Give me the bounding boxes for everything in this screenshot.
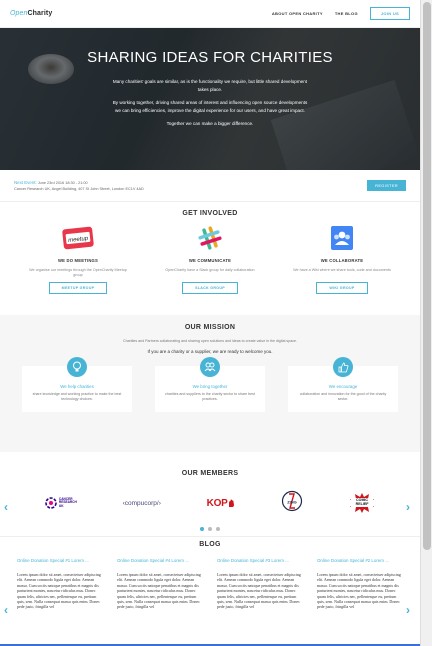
- slack-icon: [196, 223, 224, 253]
- members-prev-arrow[interactable]: ‹: [4, 500, 8, 514]
- carousel-dot[interactable]: [208, 527, 212, 531]
- members-next-arrow[interactable]: ›: [406, 500, 410, 514]
- hero-paragraph-3: Together we can make a bigger difference…: [166, 121, 254, 126]
- blog-post-body: Lorem ipsum dolor sit amet, consectetuer…: [17, 572, 101, 610]
- next-event-label: Next Event:: [14, 179, 37, 185]
- wiki-icon: [329, 223, 355, 253]
- hero-title: SHARING IDEAS FOR CHARITIES: [87, 49, 333, 66]
- blog-next-arrow[interactable]: ›: [406, 603, 410, 617]
- register-button[interactable]: REGISTER: [367, 180, 406, 191]
- blog-post-title[interactable]: Online Donation Special #1 Lorem ...: [17, 558, 103, 563]
- blog-section: BLOG ‹ › Online Donation Special #1 Lore…: [0, 536, 420, 646]
- our-mission-section: OUR MISSION Charities and Partners colla…: [0, 315, 420, 452]
- svg-text:ZING: ZING: [287, 499, 297, 504]
- slack-group-button[interactable]: SLACK GROUP: [182, 282, 238, 294]
- involved-meetings: meetup WE DO MEETINGS We organise our me…: [23, 223, 133, 294]
- blog-post-title[interactable]: Online Donation Special #3 Lorem ...: [217, 558, 303, 563]
- mission-card-together: We bring together charities and supplier…: [155, 357, 265, 412]
- our-mission-title: OUR MISSION: [184, 324, 236, 331]
- member-logo-comic-relief[interactable]: COMIC RELIEF: [349, 492, 375, 514]
- hero-banner: SHARING IDEAS FOR CHARITIES Many chariti…: [0, 28, 420, 170]
- lightbulb-icon: [67, 357, 87, 377]
- blog-prev-arrow[interactable]: ‹: [4, 603, 8, 617]
- involved-communicate: WE COMMUNICATE OpenCharity have a Slack …: [155, 223, 265, 294]
- vertical-scrollbar[interactable]: [420, 0, 432, 646]
- next-event-location: Cancer Research UK, Angel Building, 407 …: [14, 186, 144, 191]
- member-logo-zing[interactable]: ZING: [281, 490, 303, 517]
- get-involved-section: GET INVOLVED meetup WE DO MEETINGS We or…: [0, 202, 420, 315]
- thumbs-up-icon: [333, 357, 353, 377]
- carousel-dot[interactable]: [216, 527, 220, 531]
- our-members-section: OUR MEMBERS ‹ › CANCER RESEARCH UK ‹comp…: [0, 452, 420, 536]
- blog-post-body: Lorem ipsum dolor sit amet, consectetuer…: [317, 572, 401, 610]
- our-members-title: OUR MEMBERS: [181, 470, 239, 477]
- mission-card-help: We help charities share knowledge and wo…: [22, 357, 132, 412]
- next-event-date: June 23rd 2016 18:30 - 21:00: [37, 180, 88, 185]
- blog-post-body: Lorem ipsum dolor sit amet, consectetuer…: [217, 572, 301, 610]
- blog-post[interactable]: Online Donation Special #2 Lorem ... Lor…: [317, 558, 403, 610]
- blog-post-title[interactable]: Online Donation Special #2 Lorem ...: [317, 558, 403, 563]
- main-nav: ABOUT OPEN CHARITY THE BLOG JOIN US: [272, 7, 410, 20]
- nav-about-link[interactable]: ABOUT OPEN CHARITY: [272, 11, 323, 16]
- wiki-group-button[interactable]: WIKI GROUP: [316, 282, 368, 294]
- mission-intro: Charities and Partners collaborating and…: [122, 339, 297, 343]
- hero-paragraph-1: Many charities' goals are similar, as is…: [112, 79, 308, 92]
- members-carousel-dots: [0, 527, 420, 531]
- mission-ask: If you are a charity or a supplier, we a…: [147, 349, 273, 354]
- logo[interactable]: OpenCharity: [10, 10, 52, 17]
- nav-blog-link[interactable]: THE BLOG: [335, 11, 358, 16]
- carousel-dot[interactable]: [200, 527, 204, 531]
- scrollbar-thumb[interactable]: [423, 2, 431, 550]
- blog-post-title[interactable]: Online Donation Special #4 Lorem ...: [117, 558, 203, 563]
- people-icon: [200, 357, 220, 377]
- member-logo-kop[interactable]: KOP: [207, 498, 236, 509]
- page: OpenCharity ABOUT OPEN CHARITY THE BLOG …: [0, 0, 420, 646]
- blog-post[interactable]: Online Donation Special #3 Lorem ... Lor…: [217, 558, 303, 610]
- blog-post-body: Lorem ipsum dolor sit amet, consectetuer…: [117, 572, 201, 610]
- join-us-button[interactable]: JOIN US: [369, 7, 410, 20]
- involved-collaborate: WE COLLABORATE We have a Wiki where we s…: [287, 223, 397, 294]
- meetup-group-button[interactable]: MEETUP GROUP: [48, 282, 108, 294]
- mission-card-encourage: We encourage collaboration and innovatio…: [288, 357, 398, 412]
- blog-title: BLOG: [199, 541, 221, 548]
- blog-post[interactable]: Online Donation Special #1 Lorem ... Lor…: [17, 558, 103, 610]
- member-logo-cancer-research[interactable]: CANCER RESEARCH UK: [45, 497, 77, 509]
- next-event-bar: Next Event: June 23rd 2016 18:30 - 21:00…: [0, 170, 420, 202]
- site-header: OpenCharity ABOUT OPEN CHARITY THE BLOG …: [0, 0, 420, 28]
- blog-post[interactable]: Online Donation Special #4 Lorem ... Lor…: [117, 558, 203, 610]
- meetup-icon: meetup: [60, 223, 96, 253]
- get-involved-title: GET INVOLVED: [182, 210, 238, 217]
- hero-paragraph-2: By working together, driving shared area…: [112, 100, 308, 113]
- member-logo-compucorp[interactable]: ‹compucorp/›: [123, 500, 161, 507]
